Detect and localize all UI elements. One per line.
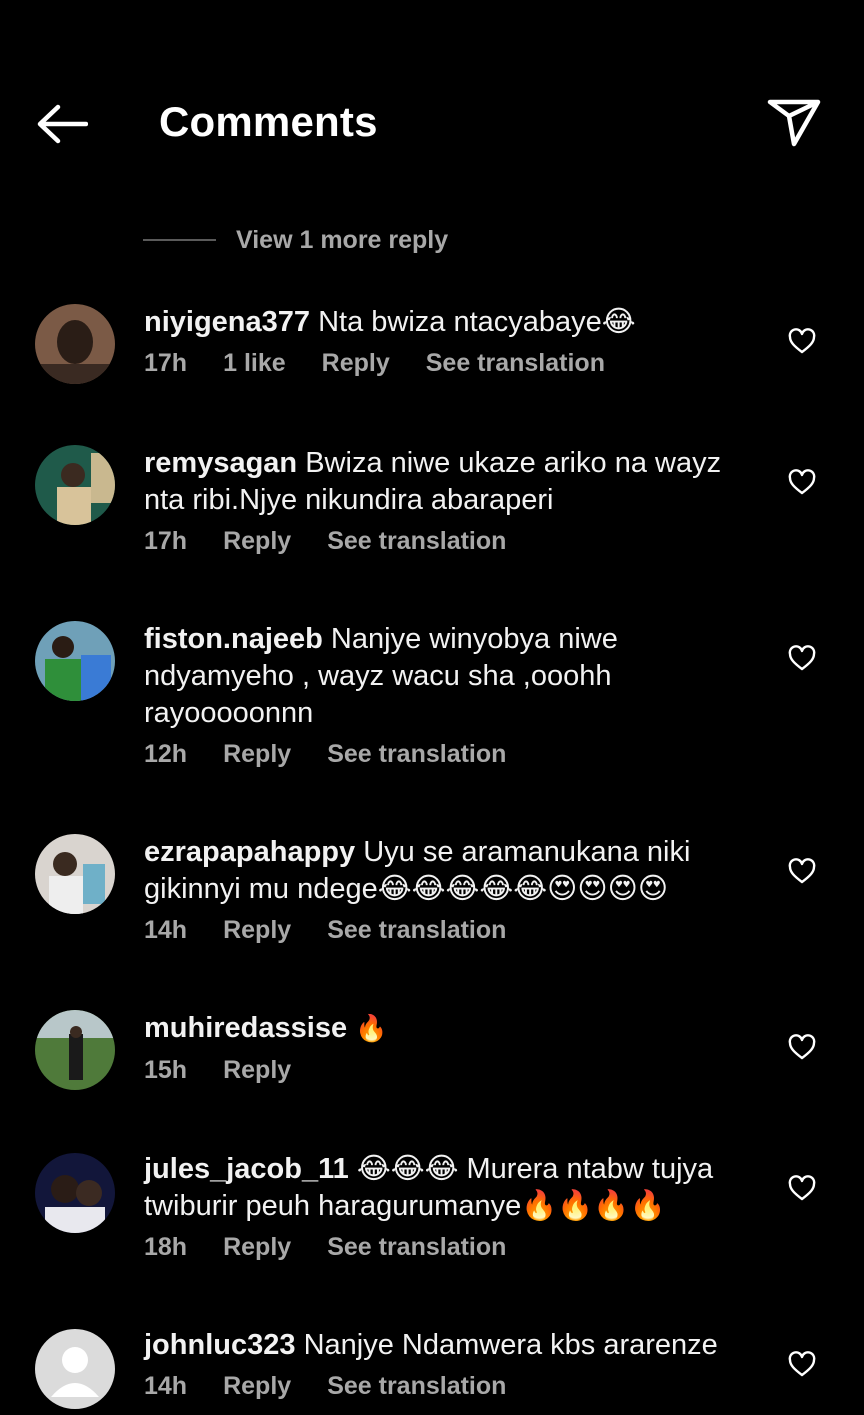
header: Comments: [0, 0, 864, 200]
comment-username[interactable]: remysagan: [144, 447, 297, 479]
reply-button[interactable]: Reply: [322, 349, 390, 378]
comment-time: 12h: [144, 740, 188, 768]
reply-divider: [143, 239, 216, 241]
comment-time: 14h: [144, 916, 188, 944]
avatar[interactable]: [35, 834, 115, 914]
page-title: Comments: [159, 98, 378, 145]
reply-button[interactable]: Reply: [223, 740, 291, 769]
comment-time: 14h: [144, 1372, 188, 1400]
heart-icon[interactable]: [788, 1034, 816, 1060]
avatar[interactable]: [35, 1153, 115, 1233]
back-button[interactable]: [36, 104, 89, 144]
avatar[interactable]: [35, 621, 115, 701]
see-translation-button[interactable]: See translation: [426, 349, 605, 378]
comment-text: Nanjye Ndamwera kbs ararenze: [303, 1329, 718, 1361]
see-translation-button[interactable]: See translation: [327, 740, 506, 769]
comment-username[interactable]: niyigena377: [144, 306, 310, 338]
reply-button[interactable]: Reply: [223, 916, 291, 945]
avatar[interactable]: [35, 445, 115, 525]
arrow-left-icon: [37, 104, 89, 144]
comment-username[interactable]: johnluc323: [144, 1329, 296, 1361]
comment-username[interactable]: muhiredassise: [144, 1012, 347, 1044]
paper-plane-icon: [767, 99, 821, 147]
avatar[interactable]: [35, 304, 115, 384]
avatar[interactable]: [35, 1329, 115, 1409]
comment-username[interactable]: fiston.najeeb: [144, 623, 323, 655]
heart-icon[interactable]: [788, 328, 816, 354]
reply-button[interactable]: Reply: [223, 1372, 291, 1401]
see-translation-button[interactable]: See translation: [327, 527, 506, 556]
comment-text: Nta bwiza ntacyabaye😂: [318, 306, 636, 338]
heart-icon[interactable]: [788, 858, 816, 884]
reply-button[interactable]: Reply: [223, 527, 291, 556]
comment-username[interactable]: jules_jacob_11: [144, 1153, 349, 1185]
comment-time: 15h: [144, 1056, 188, 1084]
see-translation-button[interactable]: See translation: [327, 916, 506, 945]
heart-icon[interactable]: [788, 1351, 816, 1377]
reply-button[interactable]: Reply: [223, 1233, 291, 1262]
comment-time: 17h: [144, 527, 188, 555]
heart-icon[interactable]: [788, 469, 816, 495]
view-more-label: View 1 more reply: [236, 225, 449, 254]
comment-username[interactable]: ezrapapahappy: [144, 836, 355, 868]
share-button[interactable]: [766, 98, 822, 148]
comment-time: 17h: [144, 349, 188, 377]
comment-time: 18h: [144, 1233, 188, 1261]
heart-icon[interactable]: [788, 645, 816, 671]
see-translation-button[interactable]: See translation: [327, 1372, 506, 1401]
likes-count[interactable]: 1 like: [223, 349, 286, 378]
reply-button[interactable]: Reply: [223, 1056, 291, 1085]
see-translation-button[interactable]: See translation: [327, 1233, 506, 1262]
avatar[interactable]: [35, 1010, 115, 1090]
comment-text: 🔥: [355, 1014, 388, 1044]
view-more-replies[interactable]: View 1 more reply: [143, 222, 448, 258]
heart-icon[interactable]: [788, 1175, 816, 1201]
